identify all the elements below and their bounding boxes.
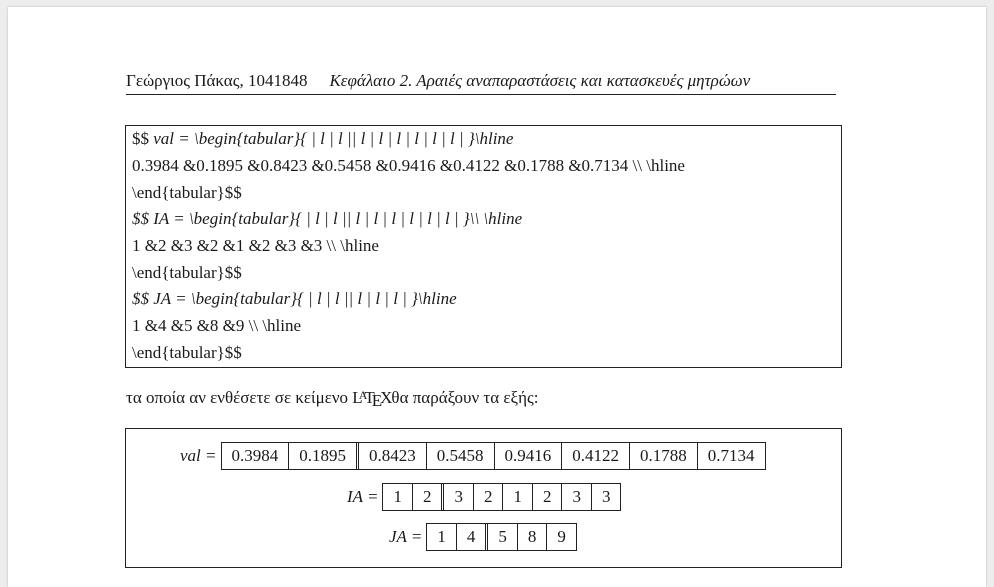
ia-cell: 2 <box>474 484 504 510</box>
code-line-ia-begin: $$ IA = \begin{tabular}{ | l | l || l | … <box>132 209 523 228</box>
code-line-ja-row: 1 &4 &5 &8 &9 \\ \hline <box>132 316 302 335</box>
ja-cell: 5 <box>488 524 518 550</box>
val-cell: 0.7134 <box>707 446 755 465</box>
val-cell: 0.3984 <box>222 443 290 469</box>
ia-cell: 1 <box>383 484 413 510</box>
ja-cell: 8 <box>518 524 548 550</box>
ja-cell: 4 <box>457 524 489 550</box>
rendered-output-box: val = 0.3984 0.1895 0.8423 0.5458 0.9416 0.41… <box>125 428 842 568</box>
ia-cell: 3 <box>601 487 611 506</box>
val-cell: 0.1895 <box>289 443 359 469</box>
document-page: Γεώργιος Πάκας, 1041848 Κεφάλαιο 2. Αραιέ… <box>8 7 986 587</box>
ia-cell: 1 <box>503 484 533 510</box>
val-cell: 0.5458 <box>427 443 495 469</box>
code-line-val-begin: $$ val = \begin{tabular}{ | l | l || l |… <box>132 129 514 148</box>
ja-label: JA = <box>389 527 423 546</box>
ia-cell: 3 <box>444 484 474 510</box>
ia-table: 12321233 <box>382 483 622 511</box>
ja-array-row: JA = 14589 <box>389 523 577 551</box>
code-line-ja-begin: $$ JA = \begin{tabular}{ | l | l || l | … <box>132 289 457 308</box>
ja-table: 14589 <box>426 523 577 551</box>
explanatory-paragraph: τα οποία αν ενθέσετε σε κείμενο LATEXθα … <box>126 388 539 410</box>
code-line-ia-end: \end{tabular}$$ <box>132 263 242 282</box>
code-line-ia-row: 1 &2 &3 &2 &1 &2 &3 &3 \\ \hline <box>132 236 379 255</box>
code-line-val-end: \end{tabular}$$ <box>132 183 242 202</box>
val-cell: 0.8423 <box>359 443 427 469</box>
latex-logo: LATEX <box>352 388 392 410</box>
ia-array-row: IA = 12321233 <box>347 483 622 511</box>
val-label: val = <box>180 446 217 465</box>
ia-cell: 2 <box>413 484 445 510</box>
code-line-val-row: 0.3984 &0.1895 &0.8423 &0.5458 &0.9416 &… <box>132 156 685 175</box>
ja-cell: 1 <box>427 524 457 550</box>
ia-cell: 3 <box>562 484 592 510</box>
header-author: Γεώργιος Πάκας, 1041848 <box>126 71 308 90</box>
val-cell: 0.4122 <box>562 443 630 469</box>
ja-cell: 9 <box>557 527 566 546</box>
latex-code-box: $$ val = \begin{tabular}{ | l | l || l |… <box>125 125 842 368</box>
header-chapter-title: Κεφάλαιο 2. Αραιές αναπαραστάσεις και κα… <box>329 71 751 90</box>
code-line-ja-end: \end{tabular}$$ <box>132 343 242 362</box>
val-cell: 0.9416 <box>495 443 563 469</box>
val-cell: 0.1788 <box>630 443 698 469</box>
ia-label: IA = <box>347 487 379 506</box>
val-array-row: val = 0.3984 0.1895 0.8423 0.5458 0.9416 0.41… <box>180 442 766 470</box>
ia-cell: 2 <box>533 484 563 510</box>
val-table: 0.3984 0.1895 0.8423 0.5458 0.9416 0.4122 0.17… <box>220 442 766 470</box>
running-header: Γεώργιος Πάκας, 1041848 Κεφάλαιο 2. Αραιέ… <box>126 71 836 95</box>
